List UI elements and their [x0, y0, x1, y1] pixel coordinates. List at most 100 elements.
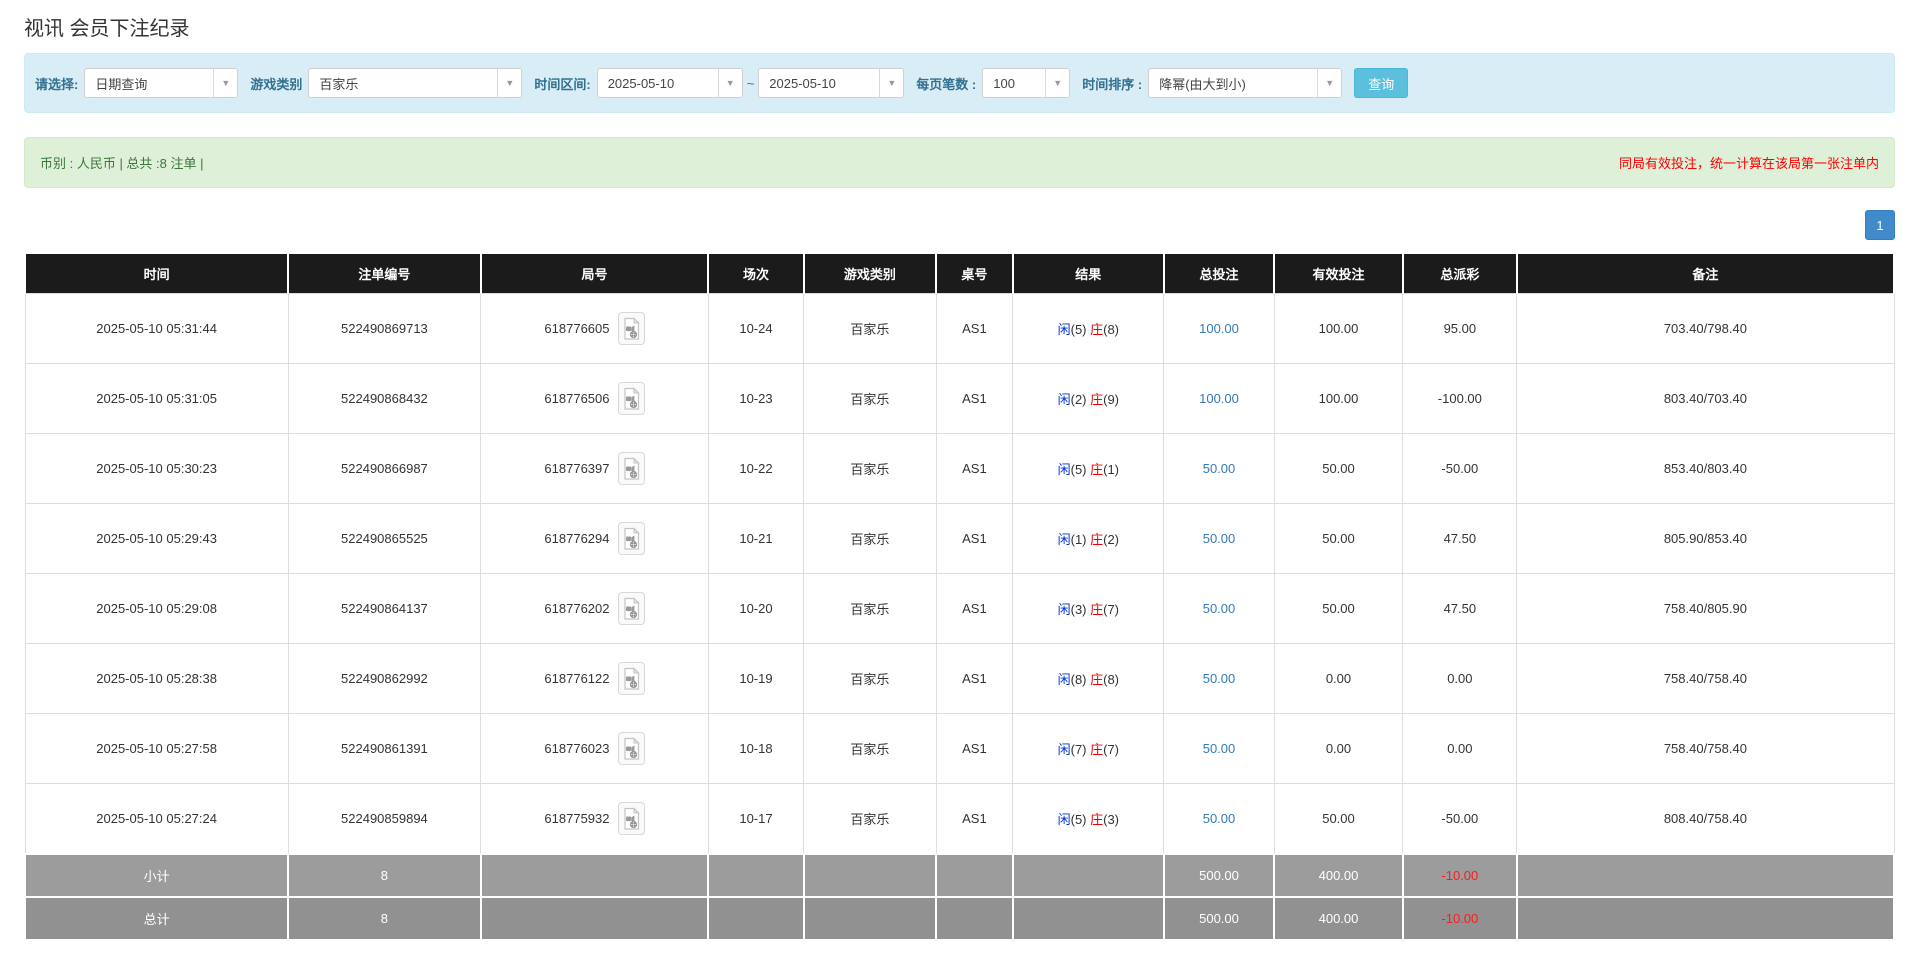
time-cell: 2025-05-10 05:31:44	[25, 294, 288, 364]
page-size-select[interactable]: 100 ▼	[982, 68, 1070, 98]
table-row: 2025-05-10 05:30:23522490866987618776397…	[25, 434, 1894, 504]
valid-bet-cell: 50.00	[1274, 574, 1403, 644]
time-cell: 2025-05-10 05:29:08	[25, 574, 288, 644]
player-result-value: (5)	[1071, 322, 1091, 337]
round-cell: 618776397	[481, 434, 709, 504]
chevron-down-icon[interactable]: ▼	[497, 69, 521, 97]
session-cell: 10-24	[708, 294, 803, 364]
game-type-select[interactable]: 百家乐 ▼	[308, 68, 522, 98]
chevron-down-icon[interactable]: ▼	[213, 69, 237, 97]
video-replay-button[interactable]	[618, 452, 645, 485]
valid-bet-cell: 0.00	[1274, 714, 1403, 784]
banker-result-value: (8)	[1103, 322, 1119, 337]
query-type-label: 请选择:	[35, 74, 78, 93]
video-replay-button[interactable]	[618, 662, 645, 695]
round-cell: 618776202	[481, 574, 709, 644]
round-id: 618776294	[544, 531, 609, 546]
table-body: 2025-05-10 05:31:44522490869713618776605…	[25, 294, 1894, 855]
table-no-cell: AS1	[936, 504, 1013, 574]
table-row: 2025-05-10 05:27:58522490861391618776023…	[25, 714, 1894, 784]
player-result-label: 闲	[1058, 532, 1071, 547]
footer-empty-cell	[1013, 897, 1164, 940]
game-type-cell: 百家乐	[804, 714, 937, 784]
total-bet-link[interactable]: 50.00	[1203, 811, 1236, 826]
chevron-down-icon[interactable]: ▼	[718, 69, 742, 97]
column-header-10: 备注	[1517, 254, 1894, 294]
total-bet-cell: 50.00	[1164, 784, 1274, 855]
total-bet-cell: 100.00	[1164, 364, 1274, 434]
footer-empty-cell	[708, 897, 803, 940]
column-header-9: 总派彩	[1403, 254, 1517, 294]
betting-records-table: 时间注单编号局号场次游戏类别桌号结果总投注有效投注总派彩备注 2025-05-1…	[24, 254, 1895, 941]
table-row: 2025-05-10 05:27:24522490859894618775932…	[25, 784, 1894, 855]
column-header-6: 结果	[1013, 254, 1164, 294]
footer-empty-cell	[1013, 854, 1164, 897]
remark-cell: 803.40/703.40	[1517, 364, 1894, 434]
table-footer: 小计8500.00400.00-10.00总计8500.00400.00-10.…	[25, 854, 1894, 940]
valid-bet-cell: 0.00	[1274, 644, 1403, 714]
video-replay-button[interactable]	[618, 522, 645, 555]
query-type-select[interactable]: 日期查询 ▼	[84, 68, 238, 98]
betting-records-page: 视讯 会员下注纪录 请选择: 日期查询 ▼ 游戏类别 百家乐 ▼ 时间区间: 2…	[12, 12, 1907, 961]
date-from-select[interactable]: 2025-05-10 ▼	[597, 68, 743, 98]
table-no-cell: AS1	[936, 364, 1013, 434]
payout-cell: -50.00	[1403, 434, 1517, 504]
column-header-8: 有效投注	[1274, 254, 1403, 294]
table-no-cell: AS1	[936, 644, 1013, 714]
banker-result-value: (7)	[1103, 742, 1119, 757]
video-file-icon	[622, 667, 641, 691]
total-bet-link[interactable]: 50.00	[1203, 531, 1236, 546]
bet-id-cell: 522490861391	[288, 714, 480, 784]
player-result-label: 闲	[1058, 672, 1071, 687]
time-sort-value: 降幂(由大到小)	[1149, 69, 1317, 97]
grand-total-row: 总计8500.00400.00-10.00	[25, 897, 1894, 940]
round-cell-inner: 618776122	[544, 662, 644, 695]
total-bet-link[interactable]: 50.00	[1203, 601, 1236, 616]
total-bet-link[interactable]: 50.00	[1203, 671, 1236, 686]
round-id: 618776397	[544, 461, 609, 476]
table-no-cell: AS1	[936, 784, 1013, 855]
page-button-1[interactable]: 1	[1865, 210, 1895, 240]
footer-label-cell: 总计	[25, 897, 288, 940]
total-bet-link[interactable]: 100.00	[1199, 391, 1239, 406]
video-replay-button[interactable]	[618, 592, 645, 625]
time-sort-select[interactable]: 降幂(由大到小) ▼	[1148, 68, 1342, 98]
remark-cell: 703.40/798.40	[1517, 294, 1894, 364]
round-cell: 618776294	[481, 504, 709, 574]
remark-cell: 758.40/805.90	[1517, 574, 1894, 644]
result-cell: 闲(5) 庄(3)	[1013, 784, 1164, 855]
footer-payout-cell: -10.00	[1403, 854, 1517, 897]
video-replay-button[interactable]	[618, 312, 645, 345]
result-cell: 闲(1) 庄(2)	[1013, 504, 1164, 574]
valid-bet-cell: 100.00	[1274, 294, 1403, 364]
banker-result-label: 庄	[1090, 602, 1103, 617]
summary-bar: 币别 : 人民币 | 总共 :8 注单 | 同局有效投注，统一计算在该局第一张注…	[24, 137, 1895, 188]
round-id: 618776506	[544, 391, 609, 406]
round-cell-inner: 618776506	[544, 382, 644, 415]
pagination: 1	[24, 210, 1895, 240]
video-file-icon	[622, 597, 641, 621]
footer-valid-bet-cell: 400.00	[1274, 854, 1403, 897]
total-bet-link[interactable]: 100.00	[1199, 321, 1239, 336]
time-cell: 2025-05-10 05:30:23	[25, 434, 288, 504]
total-bet-link[interactable]: 50.00	[1203, 461, 1236, 476]
chevron-down-icon[interactable]: ▼	[1045, 69, 1069, 97]
video-replay-button[interactable]	[618, 382, 645, 415]
result-cell: 闲(7) 庄(7)	[1013, 714, 1164, 784]
session-cell: 10-22	[708, 434, 803, 504]
chevron-down-icon[interactable]: ▼	[1317, 69, 1341, 97]
table-row: 2025-05-10 05:29:43522490865525618776294…	[25, 504, 1894, 574]
banker-result-value: (2)	[1103, 532, 1119, 547]
video-replay-button[interactable]	[618, 732, 645, 765]
query-type-value: 日期查询	[85, 69, 213, 97]
date-to-select[interactable]: 2025-05-10 ▼	[758, 68, 904, 98]
filter-bar: 请选择: 日期查询 ▼ 游戏类别 百家乐 ▼ 时间区间: 2025-05-10 …	[24, 53, 1895, 113]
video-replay-button[interactable]	[618, 802, 645, 835]
time-cell: 2025-05-10 05:28:38	[25, 644, 288, 714]
chevron-down-icon[interactable]: ▼	[879, 69, 903, 97]
footer-empty-cell	[804, 897, 937, 940]
total-bet-link[interactable]: 50.00	[1203, 741, 1236, 756]
footer-label-cell: 小计	[25, 854, 288, 897]
search-button[interactable]: 查询	[1354, 68, 1408, 98]
video-file-icon	[622, 317, 641, 341]
